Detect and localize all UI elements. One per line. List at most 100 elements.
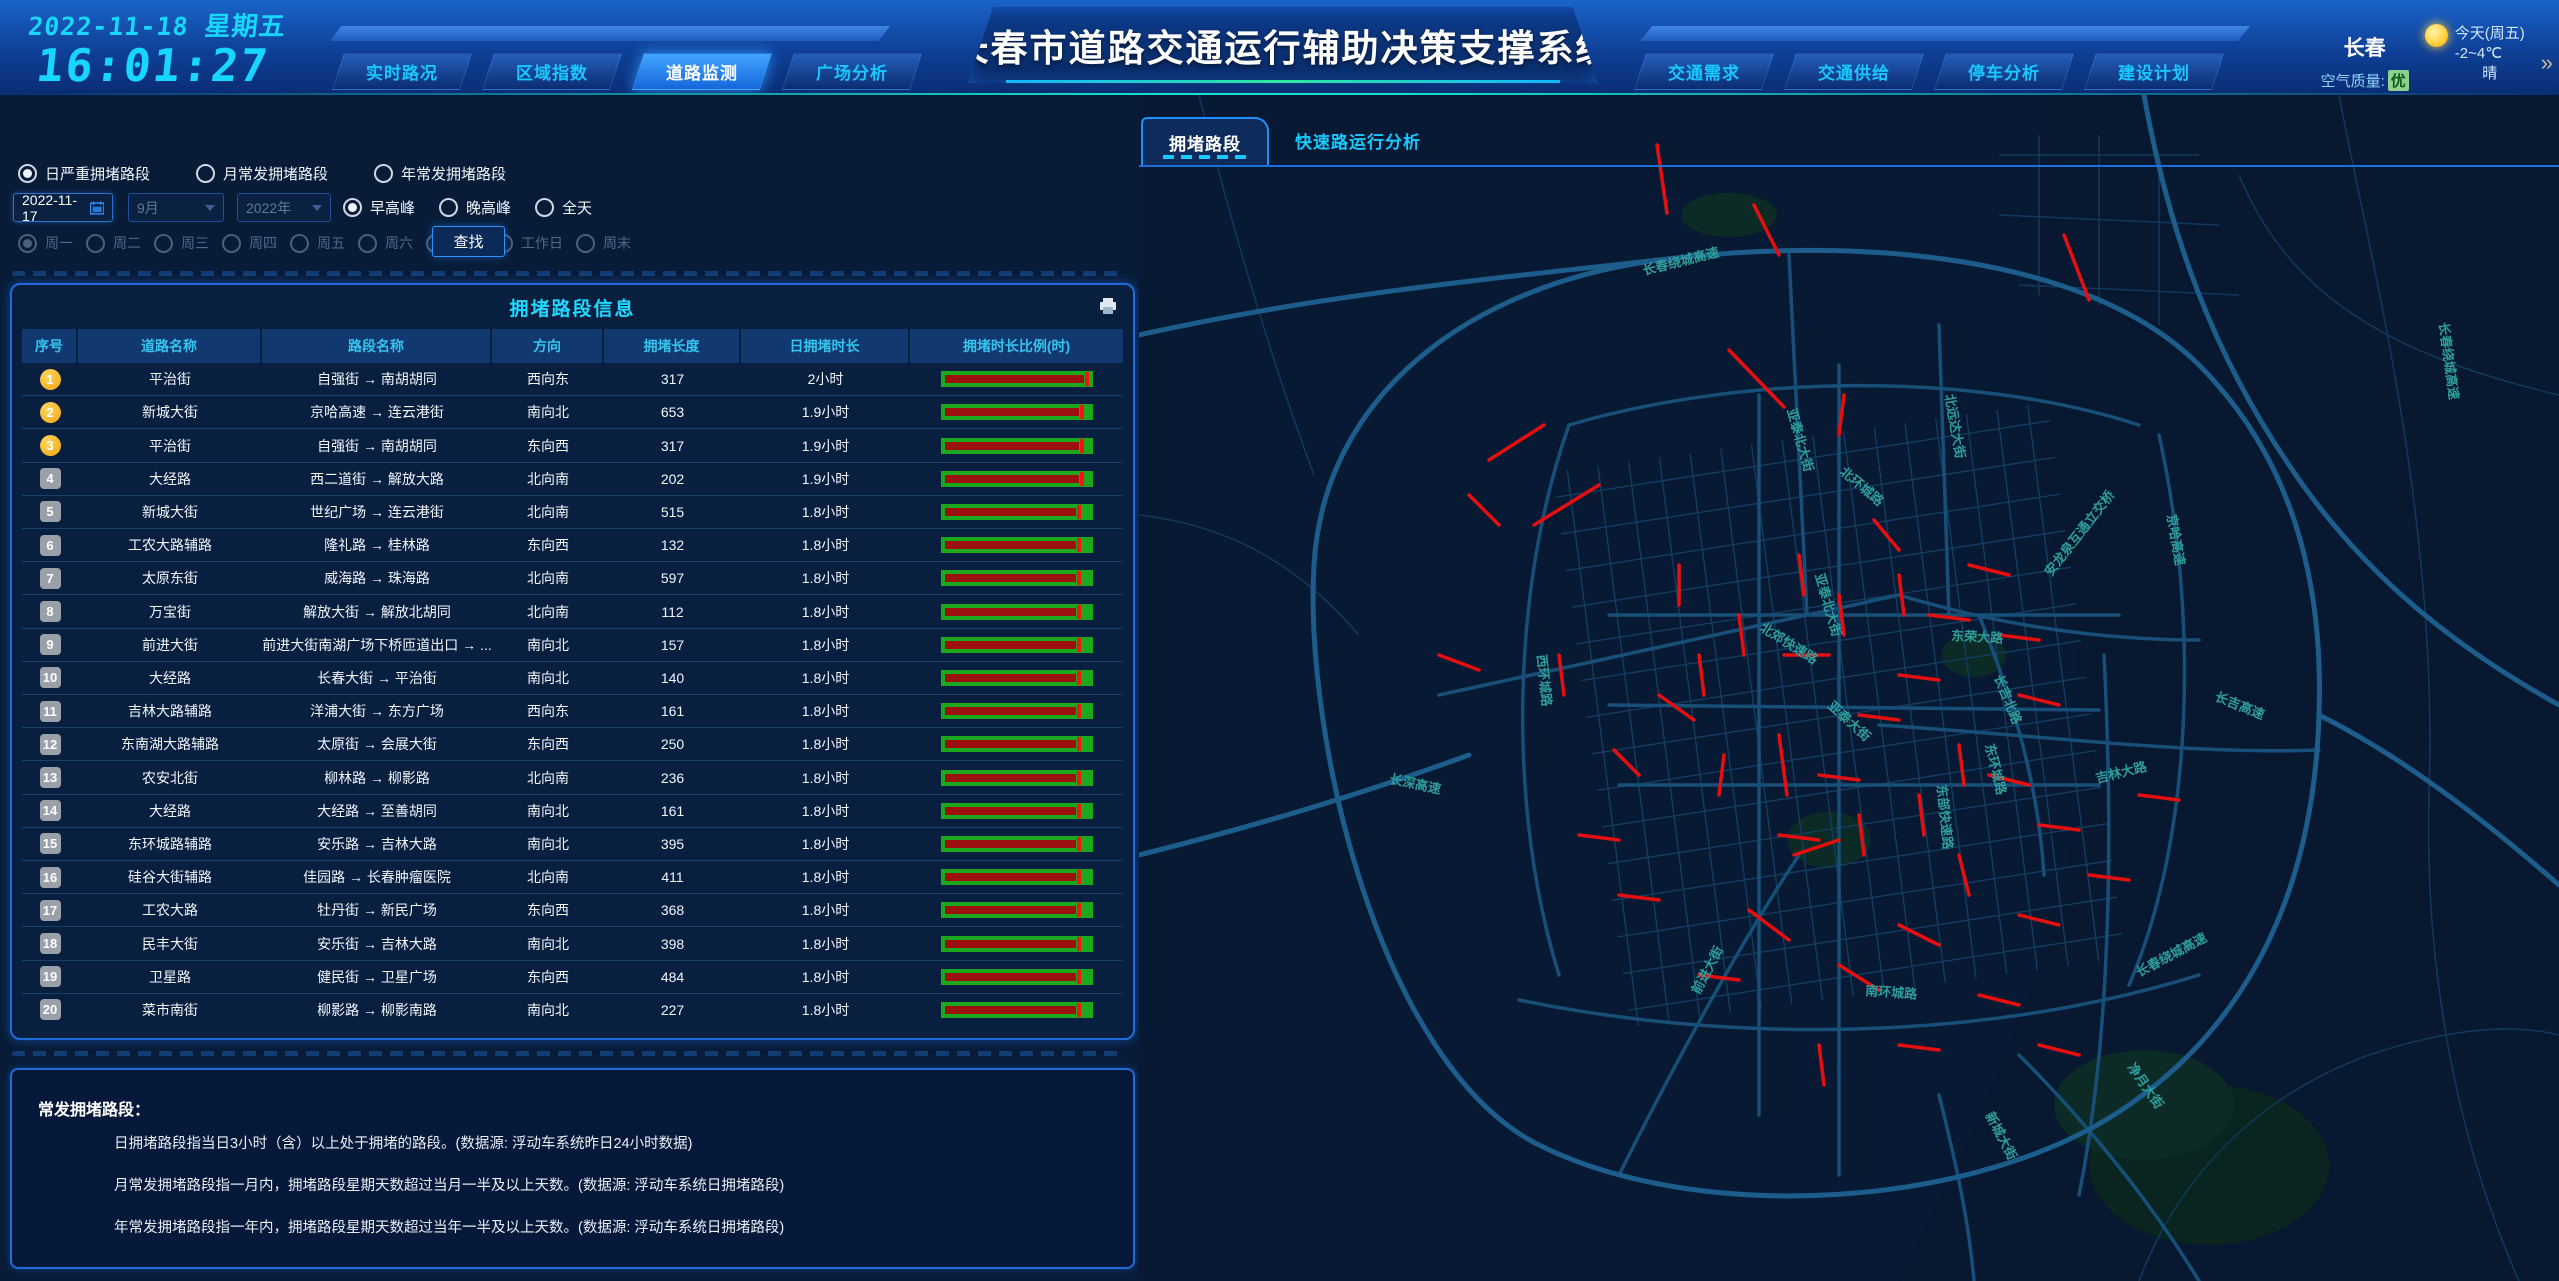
direction-cell: 东向西 (492, 967, 604, 987)
ratio-bar-tick (1077, 937, 1081, 951)
table-row[interactable]: 20菜市南街柳影路 → 柳影南路南向北2271.8小时 (22, 993, 1123, 1026)
rank-badge: 13 (40, 767, 61, 788)
map-tab-label: 拥堵路段 (1169, 130, 1241, 155)
peak-radios: 早高峰 晚高峰 全天 (343, 197, 592, 218)
table-body: 1平治街自强街 → 南胡胡同西向东3172小时2新城大街京哈高速 → 连云港街南… (22, 363, 1123, 1026)
rank-cell: 4 (22, 468, 78, 489)
table-header: 序号 道路名称 路段名称 方向 拥堵长度 日拥堵时长 拥堵时长比例(时) (22, 329, 1123, 363)
direction-cell: 西向东 (492, 701, 604, 721)
table-row[interactable]: 12东南湖大路辅路太原街 → 会展大街东向西2501.8小时 (22, 727, 1123, 760)
radio-option[interactable]: 年常发拥堵路段 (374, 163, 506, 184)
double-arrow-icon[interactable]: » (2541, 50, 2553, 76)
table-row[interactable]: 7太原东街威海路 → 珠海路北向南5971.8小时 (22, 561, 1123, 594)
rank-cell: 18 (22, 933, 78, 954)
search-button[interactable]: 查找 (432, 226, 505, 257)
nav-tab[interactable]: 交通需求 (1634, 53, 1774, 90)
ratio-bar-tick (1077, 538, 1081, 552)
duration-cell: 1.9小时 (741, 469, 910, 489)
road-cell: 东环城路辅路 (78, 834, 262, 854)
nav-tab[interactable]: 广场分析 (782, 53, 922, 90)
length-cell: 132 (604, 537, 741, 553)
radio-option[interactable]: 周三 (154, 233, 209, 253)
table-row[interactable]: 6工农大路辅路隆礼路 → 桂林路东向西1321.8小时 (22, 528, 1123, 561)
duration-cell: 1.8小时 (741, 1000, 910, 1020)
ratio-bar (941, 604, 1093, 620)
dashed-divider (12, 271, 1124, 276)
radio-option[interactable]: 周五 (290, 233, 345, 253)
direction-cell: 南向北 (492, 635, 604, 655)
table-row[interactable]: 11吉林大路辅路洋浦大街 → 东方广场西向东1611.8小时 (22, 694, 1123, 727)
radio-option[interactable]: 全天 (535, 197, 592, 218)
radio-option[interactable]: 周一 (18, 233, 73, 253)
direction-cell: 西向东 (492, 369, 604, 389)
year-select[interactable]: 2022年 (237, 193, 331, 222)
table-row[interactable]: 5新城大街世纪广场 → 连云港街北向南5151.8小时 (22, 495, 1123, 528)
radio-option[interactable]: 周六 (358, 233, 413, 253)
table-row[interactable]: 19卫星路健民街 → 卫星广场东向西4841.8小时 (22, 960, 1123, 993)
table-row[interactable]: 4大经路西二道街 → 解放大路北向南2021.9小时 (22, 462, 1123, 495)
radio-dot (18, 234, 37, 253)
duration-cell: 1.9小时 (741, 402, 910, 422)
congestion-segment (1999, 635, 2039, 640)
ratio-bar (941, 537, 1093, 553)
table-row[interactable]: 8万宝街解放大街 → 解放北胡同北向南1121.8小时 (22, 594, 1123, 627)
table-row[interactable]: 1平治街自强街 → 南胡胡同西向东3172小时 (22, 363, 1123, 395)
nav-tab[interactable]: 区域指数 (482, 53, 622, 90)
nav-tab-label: 停车分析 (1968, 59, 2040, 84)
col-header-segment: 路段名称 (262, 329, 492, 363)
duration-cell: 1.8小时 (741, 668, 910, 688)
nav-tab[interactable]: 建设计划 (2084, 53, 2224, 90)
month-select[interactable]: 9月 (128, 193, 224, 222)
nav-tab[interactable]: 实时路况 (332, 53, 472, 90)
print-icon[interactable] (1099, 297, 1117, 315)
radio-option[interactable]: 周末 (576, 233, 631, 253)
rank-cell: 7 (22, 568, 78, 589)
time-text: 16:01:27 (22, 43, 284, 89)
radio-option[interactable]: 日严重拥堵路段 (18, 163, 150, 184)
air-quality-label: 空气质量: (2321, 73, 2385, 90)
ratio-bar (941, 969, 1093, 985)
road-cell: 大经路 (78, 469, 262, 489)
length-cell: 368 (604, 902, 741, 918)
date-picker[interactable]: 2022-11-17 (13, 193, 113, 222)
city-map[interactable]: 长春绕城高速长春绕城高速长春绕城高速北远达大街亚泰北大街亚泰北大街北环城路安龙泉… (1139, 95, 2559, 1281)
ratio-bar-fill (945, 1006, 1077, 1014)
radio-option[interactable]: 周二 (86, 233, 141, 253)
map-tab[interactable]: 拥堵路段 (1141, 117, 1269, 165)
notes-lines: 日拥堵路段指当日3小时（含）以上处于拥堵的路段。(数据源: 浮动车系统昨日24小… (114, 1132, 1113, 1258)
radio-option[interactable]: 周四 (222, 233, 277, 253)
table-row[interactable]: 17工农大路牡丹街 → 新民广场东向西3681.8小时 (22, 893, 1123, 926)
app-root: 2022-11-18 星期五 16:01:27 实时路况区域指数道路监测广场分析… (0, 0, 2559, 1281)
table-row[interactable]: 15东环城路辅路安乐路 → 吉林大路南向北3951.8小时 (22, 827, 1123, 860)
ratio-bar-fill (945, 840, 1077, 848)
segment-cell: 大经路 → 至善胡同 (262, 801, 492, 821)
road-cell: 大经路 (78, 801, 262, 821)
radio-dot (222, 234, 241, 253)
radio-option[interactable]: 晚高峰 (439, 197, 511, 218)
table-row[interactable]: 16硅谷大街辅路佳园路 → 长春肿瘤医院北向南4111.8小时 (22, 860, 1123, 893)
nav-tab[interactable]: 道路监测 (632, 53, 772, 90)
map-road-label: 南环城路 (1865, 983, 1919, 1002)
rank-badge: 12 (40, 734, 61, 755)
segment-cell: 隆礼路 → 桂林路 (262, 535, 492, 555)
nav-tab[interactable]: 停车分析 (1934, 53, 2074, 90)
segment-cell: 太原街 → 会展大街 (262, 734, 492, 754)
road-cell: 平治街 (78, 436, 262, 456)
title-banner: 长春市道路交通运行辅助决策支撑系统 (968, 7, 1598, 83)
radio-option[interactable]: 早高峰 (343, 197, 415, 218)
congestion-segment (1469, 495, 1499, 525)
table-row[interactable]: 13农安北街柳林路 → 柳影路北向南2361.8小时 (22, 760, 1123, 793)
table-row[interactable]: 2新城大街京哈高速 → 连云港街南向北6531.9小时 (22, 395, 1123, 428)
ratio-cell (910, 770, 1123, 786)
ratio-cell (910, 836, 1123, 852)
table-row[interactable]: 18民丰大街安乐街 → 吉林大路南向北3981.8小时 (22, 926, 1123, 959)
map-tab[interactable]: 快速路运行分析 (1269, 117, 1447, 163)
table-row[interactable]: 3平治街自强街 → 南胡胡同东向西3171.9小时 (22, 428, 1123, 461)
rank-cell: 3 (22, 435, 78, 456)
table-row[interactable]: 14大经路大经路 → 至善胡同南向北1611.8小时 (22, 794, 1123, 827)
table-row[interactable]: 10大经路长春大街 → 平治街南向北1401.8小时 (22, 661, 1123, 694)
radio-option[interactable]: 月常发拥堵路段 (196, 163, 328, 184)
nav-tab[interactable]: 交通供给 (1784, 53, 1924, 90)
rank-badge: 2 (40, 402, 61, 423)
table-row[interactable]: 9前进大街前进大街南湖广场下桥匝道出口 → ...南向北1571.8小时 (22, 628, 1123, 661)
